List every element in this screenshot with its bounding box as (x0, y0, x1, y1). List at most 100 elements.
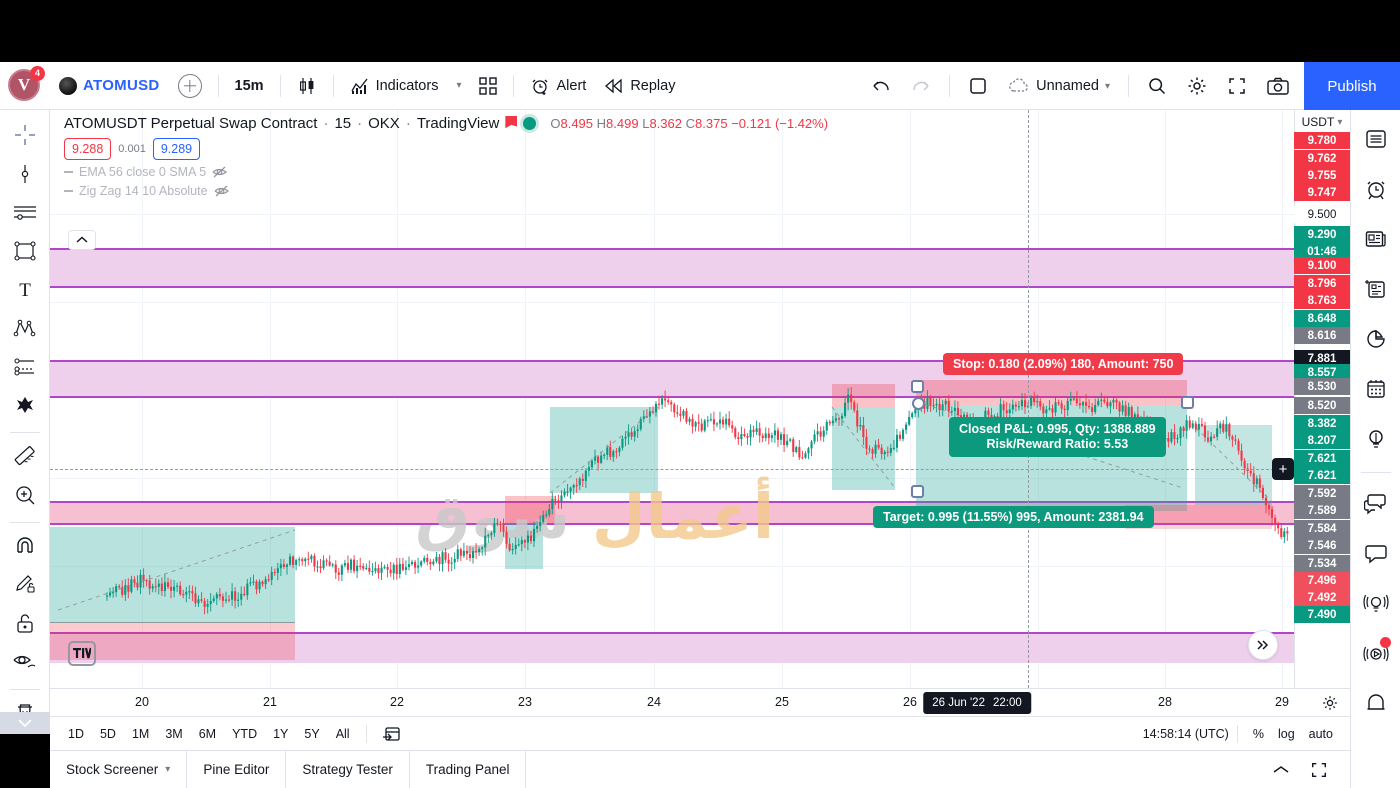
flag-icon[interactable] (505, 115, 518, 129)
legend-collapse-button[interactable] (68, 230, 96, 250)
scroll-to-realtime-button[interactable] (1248, 630, 1278, 660)
range-button-ytd[interactable]: YTD (224, 723, 265, 745)
expand-panel-button[interactable] (1302, 757, 1336, 783)
cross-cursor-tool[interactable] (6, 118, 44, 152)
publish-button[interactable]: Publish (1304, 62, 1400, 110)
price-label: 7.621 (1294, 467, 1350, 484)
range-button-1d[interactable]: 1D (60, 723, 92, 745)
text-tool[interactable]: T (6, 272, 44, 306)
range-button-5y[interactable]: 5Y (296, 723, 327, 745)
forecast-tool[interactable] (6, 349, 44, 383)
settings-button[interactable] (1178, 69, 1216, 103)
interval-selector[interactable]: 15m (226, 69, 273, 103)
price-label: 8.530 (1294, 378, 1350, 395)
news-icon[interactable] (1357, 220, 1395, 258)
pattern-tool[interactable] (6, 310, 44, 344)
pnl-label[interactable]: Closed P&L: 0.995, Qty: 1388.889 Risk/Re… (949, 417, 1166, 457)
camera-icon (1267, 77, 1289, 95)
collapse-toolbar-button[interactable] (0, 712, 50, 734)
symbol-search-button[interactable]: ATOMUSD (50, 69, 169, 103)
indicator-templates-button[interactable]: ▾ (447, 69, 470, 103)
trend-line-tool[interactable] (6, 156, 44, 190)
snapshot-button[interactable] (1258, 69, 1298, 103)
position-handle-top-right[interactable] (1181, 396, 1194, 409)
chart-type-button[interactable] (288, 69, 326, 103)
ask-price[interactable]: 9.289 (152, 138, 201, 160)
hide-drawings-tool[interactable] (6, 644, 44, 678)
range-button-1m[interactable]: 1M (124, 723, 157, 745)
range-button-1y[interactable]: 1Y (265, 723, 296, 745)
notifications-bell-icon[interactable] (1357, 685, 1395, 723)
star-burst-icon (16, 396, 33, 413)
stop-label[interactable]: Stop: 0.180 (2.09%) 180, Amount: 750 (943, 353, 1184, 375)
plus-circle-icon (177, 73, 202, 98)
layout-name-button[interactable]: Unnamed ▾ (999, 69, 1119, 103)
rectangle-tool[interactable] (6, 233, 44, 267)
calendar-icon[interactable] (1357, 370, 1395, 408)
broadcast-icon[interactable] (1357, 635, 1395, 673)
tab-strategy-tester[interactable]: Strategy Tester (286, 750, 410, 788)
horizontal-lines-tool[interactable] (6, 195, 44, 229)
indicator-legend-zigzag[interactable]: Zig Zag 14 10 Absolute (64, 184, 828, 198)
time-tick: 29 (1275, 695, 1289, 709)
fullscreen-button[interactable] (1218, 69, 1256, 103)
user-avatar[interactable]: V 4 (8, 65, 45, 103)
time-tick: 25 (775, 695, 789, 709)
indicators-button[interactable]: Indicators (341, 69, 448, 103)
collapse-panel-button[interactable] (1264, 760, 1298, 780)
high-value: 8.499 (606, 116, 639, 131)
watchlist-icon[interactable] (1357, 120, 1395, 158)
range-button-5d[interactable]: 5D (92, 723, 124, 745)
emoji-tool[interactable] (6, 387, 44, 421)
range-button-all[interactable]: All (328, 723, 358, 745)
measure-tool[interactable] (6, 439, 44, 473)
eye-off-icon[interactable] (212, 165, 228, 179)
scale-option-auto[interactable]: auto (1302, 723, 1340, 745)
replay-button[interactable]: Replay (595, 69, 684, 103)
layouts-button[interactable] (470, 69, 506, 103)
add-symbol-button[interactable] (169, 69, 211, 103)
price-scale-currency[interactable]: USDT ▾ (1294, 113, 1350, 131)
redo-button[interactable] (902, 69, 940, 103)
chat-group-icon[interactable] (1357, 485, 1395, 523)
undo-button[interactable] (862, 69, 900, 103)
tab-stock-screener[interactable]: Stock Screener ▾ (50, 750, 188, 788)
ideas-icon[interactable] (1357, 420, 1395, 458)
time-axis[interactable]: 20 21 22 23 24 25 26 28 29 26 Jun '22 22:00 (50, 688, 1350, 716)
magnet-tool[interactable] (6, 529, 44, 563)
position-handle-entry[interactable] (912, 397, 925, 410)
chart-pane[interactable]: أعمال سوق Stop: 0.180 (2.09%) 180, Amoun… (50, 110, 1350, 688)
indicator-legend-ema[interactable]: EMA 56 close 0 SMA 5 (64, 165, 828, 179)
go-to-date-button[interactable] (375, 721, 409, 747)
crosshair-horizontal (50, 469, 1294, 470)
position-handle-bottom-left[interactable] (911, 485, 924, 498)
close-value: 8.375 (695, 116, 728, 131)
bid-price[interactable]: 9.288 (64, 138, 112, 160)
range-button-3m[interactable]: 3M (157, 723, 190, 745)
hotlist-icon[interactable] (1357, 320, 1395, 358)
range-button-6m[interactable]: 6M (191, 723, 224, 745)
add-drawing-marker[interactable]: + (1272, 458, 1294, 480)
private-chat-icon[interactable] (1357, 535, 1395, 573)
data-window-icon[interactable] (1357, 270, 1395, 308)
tab-trading-panel[interactable]: Trading Panel (410, 750, 527, 788)
scale-option-log[interactable]: log (1271, 723, 1302, 745)
scale-option-%[interactable]: % (1246, 723, 1271, 745)
drawing-mode-tool[interactable] (6, 567, 44, 601)
alerts-clock-icon[interactable] (1357, 170, 1395, 208)
time-axis-settings-button[interactable] (1322, 695, 1338, 711)
target-label[interactable]: Target: 0.995 (11.55%) 995, Amount: 2381… (873, 506, 1154, 528)
cloud-dashed-icon (1009, 78, 1028, 92)
horizontal-lines-icon (13, 206, 36, 221)
search-button[interactable] (1138, 69, 1176, 103)
alert-button[interactable]: Alert (521, 69, 595, 103)
redo-icon (913, 81, 929, 91)
tab-pine-editor[interactable]: Pine Editor (187, 750, 287, 788)
zoom-in-tool[interactable] (6, 477, 44, 511)
ideas-stream-icon[interactable] (1357, 585, 1395, 623)
save-layout-button[interactable] (959, 69, 997, 103)
position-handle-top-left[interactable] (911, 380, 924, 393)
eye-off-icon[interactable] (214, 184, 230, 198)
price-scale[interactable]: USDT ▾ 9.780 9.762 9.755 9.747 9.500 9.290 01:… (1294, 110, 1350, 688)
lock-drawings-tool[interactable] (6, 606, 44, 640)
